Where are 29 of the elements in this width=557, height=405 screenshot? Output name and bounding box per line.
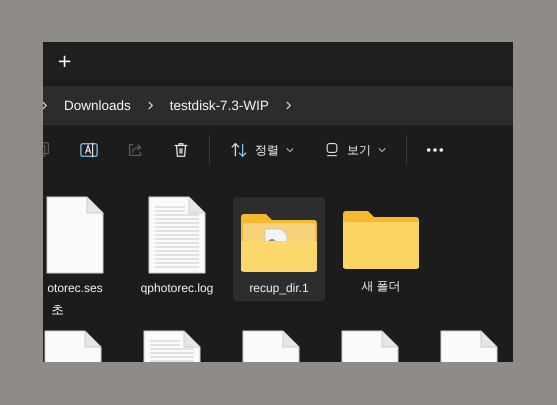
- file-item[interactable]: qphotorec.log: [131, 197, 223, 301]
- file-item[interactable]: otorec.ses: [43, 197, 121, 301]
- new-tab-button[interactable]: +: [51, 50, 78, 72]
- file-name: otorec.ses: [47, 281, 103, 295]
- file-name: recup_dir.1: [249, 281, 309, 295]
- file-item[interactable]: recup_dir.1: [233, 197, 325, 301]
- more-icon: [426, 147, 444, 153]
- view-icon: [324, 142, 340, 158]
- folder-icon: [239, 211, 319, 275]
- trash-icon: [172, 141, 190, 159]
- breadcrumb-item[interactable]: testdisk-7.3-WIP: [166, 98, 273, 112]
- text-file-icon: [147, 195, 207, 275]
- share-icon: [126, 141, 144, 159]
- chevron-icon: [146, 100, 154, 110]
- file-icon: [45, 195, 105, 275]
- rename-icon: [79, 141, 99, 159]
- view-button[interactable]: 보기: [314, 138, 396, 162]
- file-name: qphotorec.log: [140, 281, 214, 295]
- sort-button[interactable]: 정렬: [220, 137, 304, 163]
- chevron-icon: [284, 100, 292, 110]
- file-name: 새 폴더: [361, 278, 401, 295]
- folder-icon: [341, 208, 421, 272]
- group-header: 초: [51, 303, 64, 318]
- chevron-icon: [43, 100, 48, 110]
- sort-icon: [230, 141, 248, 159]
- breadcrumb-item[interactable]: Downloads: [60, 98, 135, 112]
- caret-icon: [286, 147, 294, 153]
- caret-icon: [378, 147, 386, 153]
- file-item[interactable]: 새 폴더: [335, 197, 427, 301]
